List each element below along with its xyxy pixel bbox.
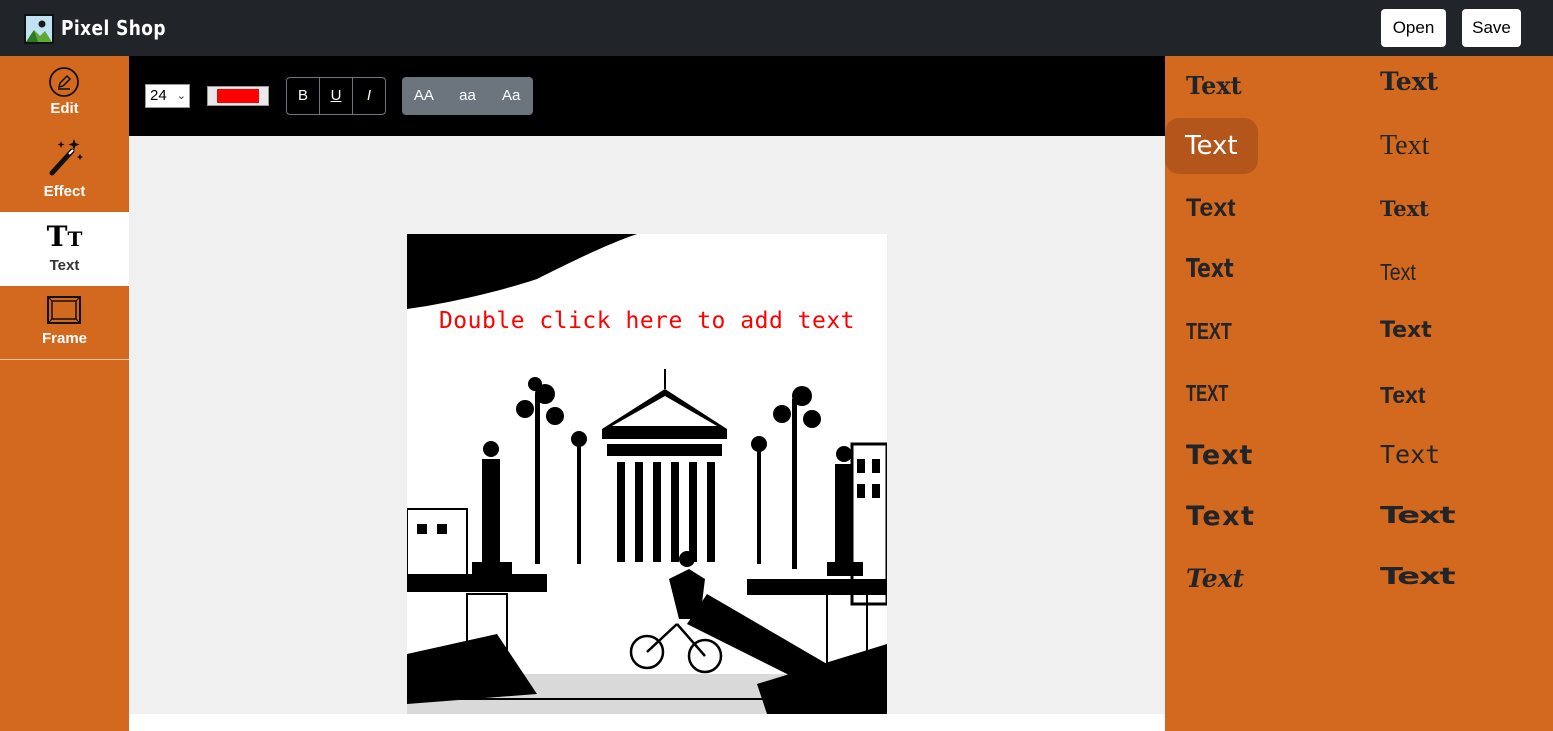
font-option[interactable]: Text [1186, 254, 1234, 284]
image-icon [24, 14, 54, 44]
font-option[interactable]: Text [1380, 316, 1432, 346]
sidebar-item-label: Text [49, 257, 80, 274]
underline-button[interactable]: U [320, 78, 353, 114]
lowercase-button[interactable]: aa [446, 77, 490, 115]
magic-wand-icon [49, 139, 83, 176]
font-option[interactable]: Text [1380, 564, 1456, 590]
text-color-picker[interactable] [207, 86, 269, 106]
font-option[interactable]: Text [1186, 441, 1253, 471]
font-option[interactable]: TEXT [1186, 316, 1232, 346]
font-size-select[interactable]: 24 ⌄ [145, 84, 190, 108]
text-case-group: AA aa Aa [402, 77, 533, 115]
sidebar-item-text[interactable]: TT Text [0, 212, 129, 286]
font-option[interactable]: Text [1186, 193, 1236, 223]
uppercase-button[interactable]: AA [402, 77, 446, 115]
save-button[interactable]: Save [1462, 9, 1521, 47]
text-size-icon: TT [46, 220, 83, 253]
top-bar: Pixel Shop Open Save [0, 0, 1553, 56]
color-swatch-fill [217, 89, 259, 103]
sidebar-item-label: Edit [50, 100, 79, 117]
font-option[interactable]: Text [1186, 71, 1242, 101]
text-style-group: B U I [286, 77, 386, 115]
photo-image [407, 234, 887, 714]
text-toolbar: 24 ⌄ B U I AA aa Aa [129, 56, 1165, 136]
font-option[interactable]: Text [1186, 564, 1244, 594]
font-option[interactable]: Text [1380, 380, 1426, 410]
font-option[interactable]: Text [1380, 440, 1440, 470]
font-option-selected[interactable]: Text [1165, 118, 1258, 174]
font-option[interactable]: Text [1186, 502, 1255, 532]
font-option[interactable]: Text [1380, 503, 1456, 529]
font-option[interactable]: TEXT [1186, 378, 1228, 408]
tool-sidebar: Edit Effect TT Text Frame [0, 56, 129, 731]
font-option[interactable]: Text [1380, 194, 1429, 224]
bold-button[interactable]: B [287, 78, 320, 114]
sidebar-item-effect[interactable]: Effect [0, 132, 129, 212]
font-size-value: 24 [150, 87, 167, 104]
font-style-panel: Text Text Text Text Text Text Text Text … [1165, 56, 1553, 731]
chevron-down-icon: ⌄ [176, 90, 186, 102]
sidebar-item-label: Frame [41, 330, 88, 347]
open-button[interactable]: Open [1381, 9, 1446, 47]
sidebar-item-edit[interactable]: Edit [0, 56, 129, 132]
italic-button[interactable]: I [353, 78, 385, 114]
sidebar-item-frame[interactable]: Frame [0, 286, 129, 360]
font-option[interactable]: Text [1380, 257, 1416, 287]
add-text-placeholder[interactable]: Double click here to add text [407, 308, 887, 334]
capitalize-button[interactable]: Aa [489, 77, 533, 115]
sidebar-item-label: Effect [43, 183, 86, 200]
canvas-area: Double click here to add text [129, 136, 1165, 714]
font-option[interactable]: Text [1380, 67, 1438, 97]
font-option[interactable]: Text [1380, 131, 1429, 161]
pencil-circle-icon [49, 67, 79, 97]
frame-icon [47, 296, 81, 324]
app-title: Pixel Shop [61, 16, 166, 40]
edited-photo[interactable]: Double click here to add text [407, 234, 887, 714]
